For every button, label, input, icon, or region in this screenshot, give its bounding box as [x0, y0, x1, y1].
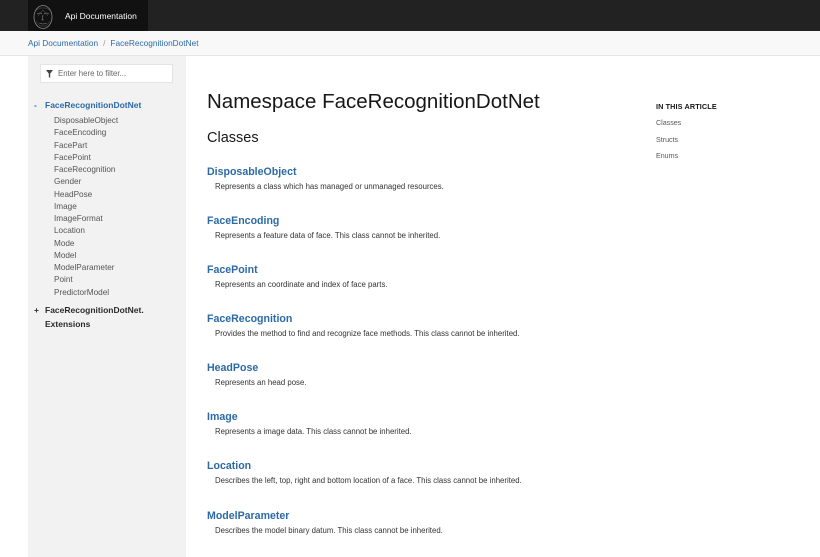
section-title-classes: Classes — [207, 130, 259, 146]
breadcrumb-separator: / — [103, 38, 106, 48]
class-entry: FacePoint Represents an coordinate and i… — [207, 264, 637, 289]
breadcrumb-item-api-documentation[interactable]: Api Documentation — [28, 38, 98, 48]
toc-child-faceencoding[interactable]: FaceEncoding — [54, 127, 184, 139]
class-link-disposableobject[interactable]: DisposableObject — [207, 166, 637, 178]
article-toc-heading: IN THIS ARTICLE — [656, 102, 717, 111]
page-title: Namespace FaceRecognitionDotNet — [207, 90, 540, 113]
class-description: Represents a image data. This class cann… — [215, 427, 412, 436]
toc-item-extensions[interactable]: + FaceRecognitionDotNet. Extensions — [34, 303, 184, 331]
article-toc-link-structs[interactable]: Structs — [656, 136, 776, 145]
toc-item-label-line2: Extensions — [45, 318, 91, 329]
class-entry: Location Describes the left, top, right … — [207, 460, 637, 485]
toc-children-list: DisposableObject FaceEncoding FacePart F… — [54, 115, 184, 299]
toc-child-modelparameter[interactable]: ModelParameter — [54, 262, 184, 274]
class-link-facepoint[interactable]: FacePoint — [207, 264, 637, 276]
class-link-image[interactable]: Image — [207, 411, 637, 423]
toc-child-predictormodel[interactable]: PredictorModel — [54, 287, 184, 299]
filter-box — [40, 64, 173, 83]
breadcrumb: Api Documentation / FaceRecognitionDotNe… — [0, 31, 820, 56]
class-description: Provides the method to find and recogniz… — [215, 329, 520, 338]
toc-child-imageformat[interactable]: ImageFormat — [54, 213, 184, 225]
class-description: Represents an coordinate and index of fa… — [215, 280, 388, 289]
expand-toggle[interactable]: + — [34, 303, 45, 317]
toc-child-facepart[interactable]: FacePart — [54, 140, 184, 152]
filter-icon — [46, 69, 53, 78]
face-logo-icon — [33, 4, 53, 29]
toc-child-mode[interactable]: Mode — [54, 238, 184, 250]
brand-title: Api Documentation — [65, 10, 137, 21]
toc-item-label: FaceRecognitionDotNet — [45, 100, 142, 110]
article-toc-link-classes[interactable]: Classes — [656, 119, 776, 128]
class-link-facerecognition[interactable]: FaceRecognition — [207, 313, 637, 325]
class-link-location[interactable]: Location — [207, 460, 637, 472]
breadcrumb-item-facerecognitiondotnet[interactable]: FaceRecognitionDotNet — [110, 38, 198, 48]
class-description: Describes the left, top, right and botto… — [215, 476, 522, 485]
filter-input[interactable] — [58, 69, 168, 78]
toc-item-label: FaceRecognitionDotNet. Extensions — [45, 303, 144, 331]
class-entry: ModelParameter Describes the model binar… — [207, 510, 637, 535]
toc-child-disposableobject[interactable]: DisposableObject — [54, 115, 184, 127]
class-entry: FaceRecognition Provides the method to f… — [207, 313, 637, 338]
sidebar: - FaceRecognitionDotNet DisposableObject… — [28, 56, 186, 557]
toc-item-facerecognitiondotnet[interactable]: - FaceRecognitionDotNet — [34, 98, 184, 112]
toc-child-point[interactable]: Point — [54, 274, 184, 286]
class-entry: HeadPose Represents an head pose. — [207, 362, 637, 387]
toc-child-facepoint[interactable]: FacePoint — [54, 152, 184, 164]
toc-child-facerecognition[interactable]: FaceRecognition — [54, 164, 184, 176]
toc-item-label-line1: FaceRecognitionDotNet. — [45, 304, 144, 315]
toc-child-location[interactable]: Location — [54, 225, 184, 237]
class-entry: FaceEncoding Represents a feature data o… — [207, 215, 637, 240]
article-toc-link-enums[interactable]: Enums — [656, 152, 776, 161]
class-description: Describes the model binary datum. This c… — [215, 526, 443, 535]
top-navbar: Api Documentation — [0, 0, 820, 31]
toc-tree: - FaceRecognitionDotNet DisposableObject… — [34, 98, 184, 331]
class-description: Represents an head pose. — [215, 378, 307, 387]
class-entry: Image Represents a image data. This clas… — [207, 411, 637, 436]
toc-child-headpose[interactable]: HeadPose — [54, 189, 184, 201]
toc-child-image[interactable]: Image — [54, 201, 184, 213]
class-link-headpose[interactable]: HeadPose — [207, 362, 637, 374]
class-entry: DisposableObject Represents a class whic… — [207, 166, 637, 191]
brand-link[interactable]: Api Documentation — [28, 0, 148, 31]
collapse-toggle[interactable]: - — [34, 98, 45, 112]
class-link-faceencoding[interactable]: FaceEncoding — [207, 215, 637, 227]
class-description: Represents a class which has managed or … — [215, 182, 444, 191]
toc-child-model[interactable]: Model — [54, 250, 184, 262]
class-description: Represents a feature data of face. This … — [215, 231, 441, 240]
toc-child-gender[interactable]: Gender — [54, 176, 184, 188]
class-link-modelparameter[interactable]: ModelParameter — [207, 510, 637, 522]
article-toc: IN THIS ARTICLE Classes Structs Enums — [656, 102, 776, 161]
